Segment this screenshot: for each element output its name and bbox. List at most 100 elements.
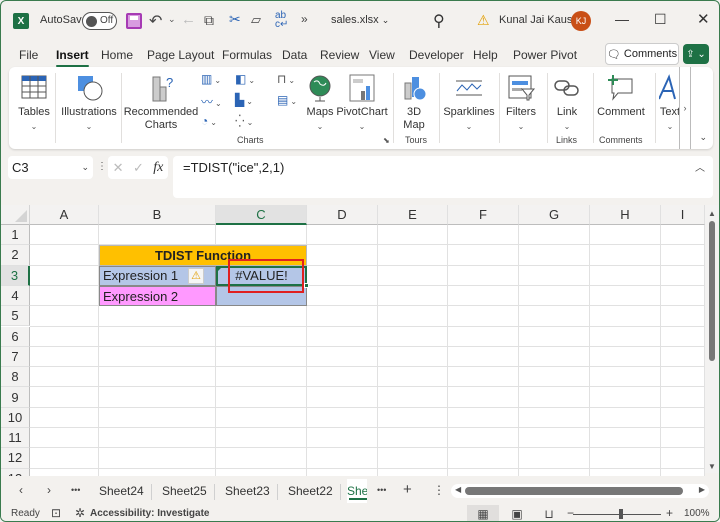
more-sheets-right-icon[interactable]: •••	[377, 485, 386, 495]
row-header-13[interactable]: 13	[1, 468, 30, 476]
more-sheets-left-icon[interactable]: •••	[71, 485, 80, 495]
pivotchart-button[interactable]: PivotChart ⌄	[336, 73, 388, 133]
row-header-9[interactable]: 9	[1, 387, 30, 408]
column-header-i[interactable]: I	[661, 205, 705, 225]
sheet-tab[interactable]: Sheet24	[99, 484, 144, 498]
select-all-button[interactable]	[1, 205, 30, 225]
zoom-out-button[interactable]: −	[567, 506, 574, 520]
tab-developer[interactable]: Developer	[409, 48, 464, 62]
tab-power-pivot[interactable]: Power Pivot	[513, 48, 577, 62]
worksheet-grid[interactable]: ABCDEFGHI12345678910111213TDIST Function…	[1, 205, 705, 476]
cancel-icon[interactable]: ✕	[113, 160, 124, 176]
filters-button[interactable]: Filters ⌄	[505, 73, 537, 133]
new-comment-button[interactable]: Comment	[597, 73, 645, 119]
recommended-charts-button[interactable]: ? Recommended Charts	[124, 73, 199, 132]
tab-data[interactable]: Data	[282, 48, 307, 62]
normal-view-icon[interactable]: ▦	[467, 505, 499, 521]
insert-function-icon[interactable]: fx	[153, 160, 163, 176]
page-layout-view-icon[interactable]: ▣	[501, 505, 533, 521]
maximize-icon[interactable]: ☐	[654, 11, 667, 28]
copy-icon[interactable]: ⧉	[204, 12, 214, 29]
macro-recorder-icon[interactable]: ⊡	[51, 506, 61, 520]
column-header-b[interactable]: B	[99, 205, 216, 225]
horizontal-scroll-thumb[interactable]	[465, 487, 683, 495]
add-sheet-button[interactable]: +	[403, 481, 412, 498]
sheet-tab-active[interactable]: Sheet	[347, 479, 367, 503]
zoom-level[interactable]: 100%	[684, 508, 710, 519]
collapse-formula-bar-icon[interactable]: ︿	[695, 159, 705, 174]
tables-button[interactable]: Tables ⌄	[17, 73, 51, 133]
scroll-up-icon[interactable]: ▲	[708, 209, 716, 218]
scatter-chart-button[interactable]: ⁛ ⌄	[235, 114, 253, 128]
3d-map-button[interactable]: 3D Map	[399, 73, 429, 132]
scroll-down-icon[interactable]: ▼	[708, 462, 716, 471]
warning-icon[interactable]: ⚠	[477, 12, 490, 29]
comments-button[interactable]: 🗨 Comments	[605, 43, 679, 65]
row-header-8[interactable]: 8	[1, 367, 30, 388]
paste-image-icon[interactable]: ▱	[251, 12, 261, 28]
save-icon[interactable]	[126, 13, 142, 29]
vertical-scrollbar[interactable]: ▲ ▼	[705, 205, 719, 473]
row-header-1[interactable]: 1	[1, 225, 30, 246]
tab-view[interactable]: View	[369, 48, 395, 62]
row-header-11[interactable]: 11	[1, 428, 30, 449]
row-header-3[interactable]: 3	[1, 265, 30, 286]
more-commands-icon[interactable]: »	[301, 12, 308, 26]
row-header-6[interactable]: 6	[1, 326, 30, 347]
cut-icon[interactable]: ✂	[229, 11, 241, 28]
undo-icon[interactable]: ↶	[149, 11, 162, 31]
column-chart-button[interactable]: ▥ ⌄	[201, 72, 221, 86]
row-header-12[interactable]: 12	[1, 448, 30, 469]
maps-button[interactable]: Maps ⌄	[305, 73, 335, 133]
column-header-d[interactable]: D	[307, 205, 378, 225]
column-header-g[interactable]: G	[519, 205, 590, 225]
formula-bar-grip-icon[interactable]: ⋮	[97, 161, 107, 172]
combo-chart-button[interactable]: ▤ ⌄	[277, 93, 297, 107]
zoom-in-button[interactable]: +	[666, 506, 673, 520]
row-header-10[interactable]: 10	[1, 407, 30, 428]
tab-home[interactable]: Home	[101, 48, 133, 62]
tab-review[interactable]: Review	[320, 48, 359, 62]
fill-handle[interactable]	[304, 282, 309, 288]
autosave-toggle[interactable]: Off	[82, 12, 117, 30]
row-header-2[interactable]: 2	[1, 245, 30, 266]
chevron-down-icon[interactable]: ⌄	[81, 162, 89, 173]
sheet-tab[interactable]: Sheet25	[162, 484, 207, 498]
row-header-7[interactable]: 7	[1, 346, 30, 368]
ribbon-scroll-right[interactable]: ›	[679, 67, 691, 149]
text-button[interactable]: Text ⌄	[659, 73, 681, 133]
file-name[interactable]: sales.xlsx ⌄	[331, 14, 389, 26]
search-icon[interactable]: ⚲	[433, 11, 445, 31]
dialog-launcher-icon[interactable]: ⬊	[383, 136, 390, 145]
scroll-left-icon[interactable]: ◀	[455, 485, 461, 494]
share-button[interactable]: ⇪ ⌄	[683, 44, 709, 64]
page-break-view-icon[interactable]: ⊔	[533, 505, 565, 521]
row-header-5[interactable]: 5	[1, 306, 30, 327]
formula-input[interactable]: =TDIST("ice",2,1) ︿	[173, 156, 713, 198]
column-header-a[interactable]: A	[30, 205, 99, 225]
link-button[interactable]: Link ⌄	[553, 73, 581, 133]
tab-insert[interactable]: Insert	[56, 48, 89, 67]
split-handle-icon[interactable]: ⋮	[433, 483, 445, 497]
tab-formulas[interactable]: Formulas	[222, 48, 272, 62]
column-header-f[interactable]: F	[448, 205, 519, 225]
scroll-right-icon[interactable]: ▶	[699, 485, 705, 494]
vertical-scroll-thumb[interactable]	[709, 221, 715, 361]
tab-file[interactable]: File	[19, 48, 38, 62]
back-arrow-icon[interactable]: ←	[181, 11, 196, 28]
avatar[interactable]: KJ	[571, 11, 591, 31]
accessibility-icon[interactable]: ✲	[75, 506, 85, 520]
line-chart-button[interactable]: 〰 ⌄	[201, 93, 222, 110]
spelling-icon[interactable]: ab c↵	[275, 11, 288, 30]
row-header-4[interactable]: 4	[1, 285, 30, 307]
tab-page-layout[interactable]: Page Layout	[147, 48, 214, 62]
error-warning-icon[interactable]: ⚠	[188, 267, 204, 284]
hierarchy-chart-button[interactable]: ◧ ⌄	[235, 72, 255, 86]
close-icon[interactable]: ✕	[697, 10, 710, 28]
undo-dropdown-icon[interactable]: ⌄	[168, 14, 176, 25]
accessibility-status[interactable]: Accessibility: Investigate	[90, 508, 210, 519]
sheet-tab[interactable]: Sheet22	[288, 484, 333, 498]
column-header-c[interactable]: C	[216, 205, 307, 225]
sheet-tab[interactable]: Sheet23	[225, 484, 270, 498]
zoom-slider-thumb[interactable]	[619, 509, 623, 519]
